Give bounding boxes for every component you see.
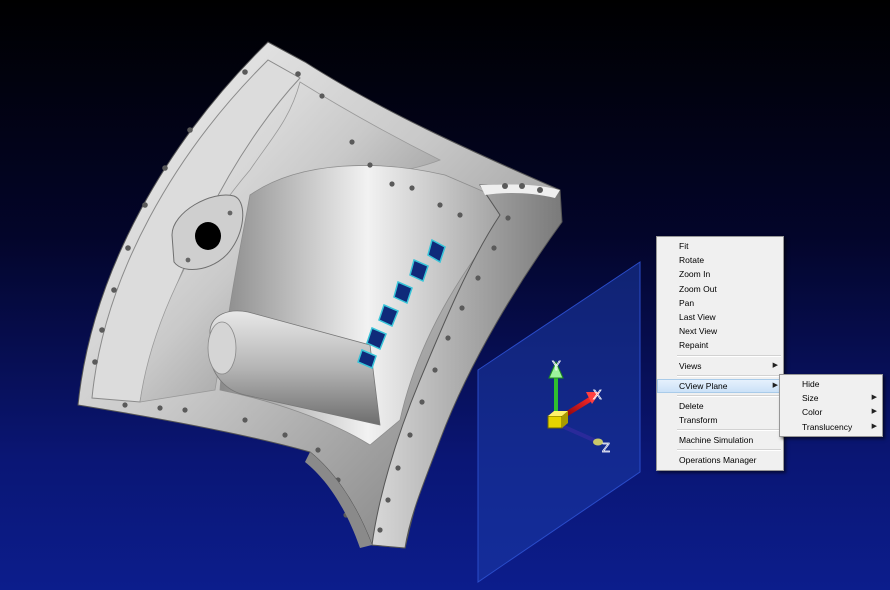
menu-item-machine-simulation[interactable]: Machine Simulation	[657, 433, 783, 447]
context-menu: Fit Rotate Zoom In Zoom Out Pan Last Vie…	[656, 236, 784, 471]
submenu-arrow-icon: ▶	[772, 361, 778, 369]
menu-separator	[677, 449, 781, 452]
submenu-item-color[interactable]: Color ▶	[780, 405, 882, 419]
menu-item-operations-manager[interactable]: Operations Manager	[657, 453, 783, 467]
menu-item-cview-plane[interactable]: CView Plane ▶	[657, 378, 783, 393]
menu-item-label: Translucency	[802, 421, 853, 432]
submenu-arrow-icon: ▶	[871, 394, 877, 402]
menu-item-label: Zoom In	[679, 269, 711, 280]
menu-item-last-view[interactable]: Last View	[657, 310, 783, 324]
submenu-arrow-icon: ▶	[871, 422, 877, 430]
axis-label-y: Y	[552, 358, 561, 373]
menu-item-label: Hide	[802, 379, 820, 389]
menu-item-label: Machine Simulation	[679, 435, 754, 446]
menu-item-repaint[interactable]: Repaint	[657, 338, 783, 352]
menu-item-next-view[interactable]: Next View	[657, 324, 783, 338]
menu-item-label: Zoom Out	[679, 283, 717, 294]
menu-item-label: Delete	[679, 400, 704, 411]
submenu-arrow-icon: ▶	[871, 408, 877, 416]
menu-item-fit[interactable]: Fit	[657, 239, 783, 253]
menu-item-label: CView Plane	[679, 380, 728, 391]
axis-label-x: X	[593, 387, 602, 402]
submenu-item-hide[interactable]: Hide	[780, 377, 882, 391]
menu-item-label: Transform	[679, 415, 718, 426]
submenu-item-size[interactable]: Size ▶	[780, 391, 882, 405]
menu-item-views[interactable]: Views ▶	[657, 359, 783, 373]
axis-label-z: Z	[602, 440, 610, 455]
menu-item-rotate[interactable]: Rotate	[657, 253, 783, 267]
menu-item-zoom-out[interactable]: Zoom Out	[657, 282, 783, 296]
menu-separator	[677, 429, 781, 432]
menu-item-label: Last View	[679, 311, 716, 322]
menu-item-label: Rotate	[679, 255, 705, 266]
menu-item-pan[interactable]: Pan	[657, 296, 783, 310]
menu-item-label: Pan	[679, 297, 695, 308]
submenu-item-translucency[interactable]: Translucency ▶	[780, 420, 882, 434]
menu-separator	[677, 374, 781, 377]
menu-item-label: Color	[802, 407, 823, 418]
menu-item-transform[interactable]: Transform	[657, 413, 783, 427]
cview-plane-submenu: Hide Size ▶ Color ▶ Translucency ▶	[779, 374, 883, 437]
menu-item-label: Repaint	[679, 340, 709, 351]
menu-item-delete[interactable]: Delete	[657, 399, 783, 413]
menu-item-label: Fit	[679, 241, 689, 251]
menu-item-label: Operations Manager	[679, 455, 757, 466]
menu-item-label: Size	[802, 393, 819, 404]
menu-item-label: Views	[679, 360, 702, 371]
submenu-arrow-icon: ▶	[772, 381, 778, 389]
menu-separator	[677, 354, 781, 357]
menu-item-zoom-in[interactable]: Zoom In	[657, 267, 783, 281]
menu-separator	[677, 394, 781, 397]
menu-item-label: Next View	[679, 326, 718, 337]
